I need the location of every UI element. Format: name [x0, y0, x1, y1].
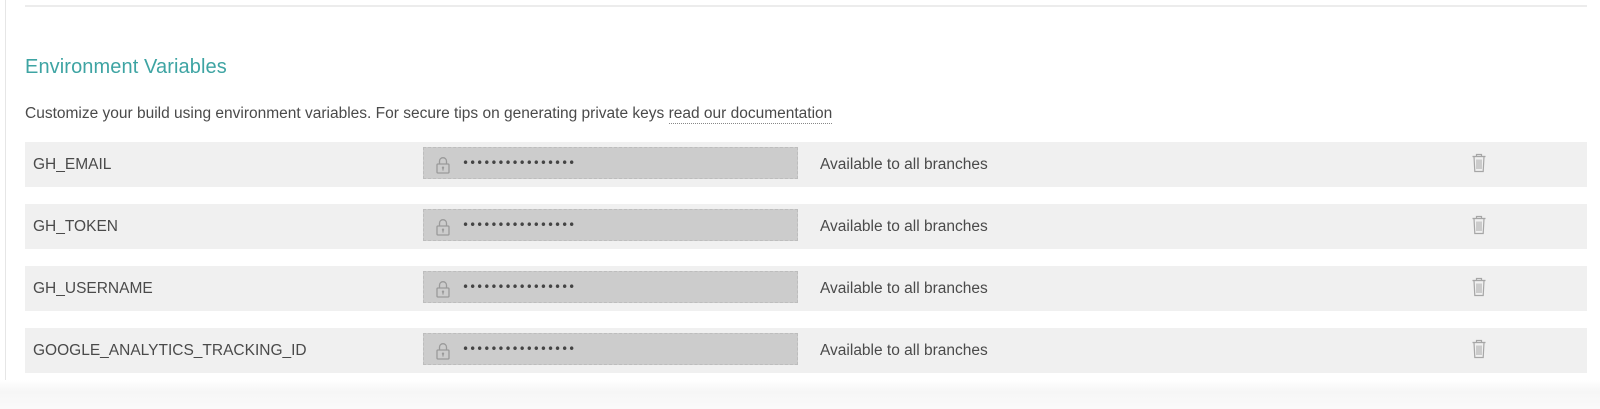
trash-icon[interactable] — [1471, 277, 1487, 297]
section-divider — [25, 5, 1587, 7]
masked-value: •••••••••••••••• — [462, 342, 576, 356]
env-var-availability: Available to all branches — [820, 156, 988, 173]
documentation-link[interactable]: read our documentation — [668, 105, 833, 124]
env-var-name: GH_USERNAME — [33, 280, 153, 297]
settings-page: Environment Variables Customize your bui… — [0, 0, 1600, 409]
env-var-value-field: •••••••••••••••• — [423, 147, 798, 179]
env-var-availability: Available to all branches — [820, 280, 988, 297]
env-var-name: GH_TOKEN — [33, 218, 118, 235]
section-title: Environment Variables — [25, 56, 227, 78]
lock-icon — [436, 343, 450, 360]
env-var-value-field: •••••••••••••••• — [423, 333, 798, 365]
env-var-row: GH_EMAIL •••••••••••••••• Available to a… — [25, 142, 1587, 187]
env-var-row: GH_USERNAME •••••••••••••••• Available t… — [25, 266, 1587, 311]
masked-value: •••••••••••••••• — [462, 156, 576, 170]
env-var-row: GOOGLE_ANALYTICS_TRACKING_ID •••••••••••… — [25, 328, 1587, 373]
trash-icon[interactable] — [1471, 153, 1487, 173]
env-var-value-field: •••••••••••••••• — [423, 209, 798, 241]
trash-icon[interactable] — [1471, 339, 1487, 359]
left-divider — [5, 0, 6, 380]
env-var-row: GH_TOKEN •••••••••••••••• Available to a… — [25, 204, 1587, 249]
lock-icon — [436, 219, 450, 236]
env-var-name: GH_EMAIL — [33, 156, 112, 173]
env-var-value-field: •••••••••••••••• — [423, 271, 798, 303]
masked-value: •••••••••••••••• — [462, 218, 576, 232]
env-var-name: GOOGLE_ANALYTICS_TRACKING_ID — [33, 342, 307, 359]
env-var-availability: Available to all branches — [820, 218, 988, 235]
bottom-shadow — [0, 380, 1600, 409]
masked-value: •••••••••••••••• — [462, 280, 576, 294]
trash-icon[interactable] — [1471, 215, 1487, 235]
lock-icon — [436, 157, 450, 174]
description-text: Customize your build using environment v… — [25, 105, 669, 122]
env-var-availability: Available to all branches — [820, 342, 988, 359]
section-description: Customize your build using environment v… — [25, 105, 833, 124]
lock-icon — [436, 281, 450, 298]
